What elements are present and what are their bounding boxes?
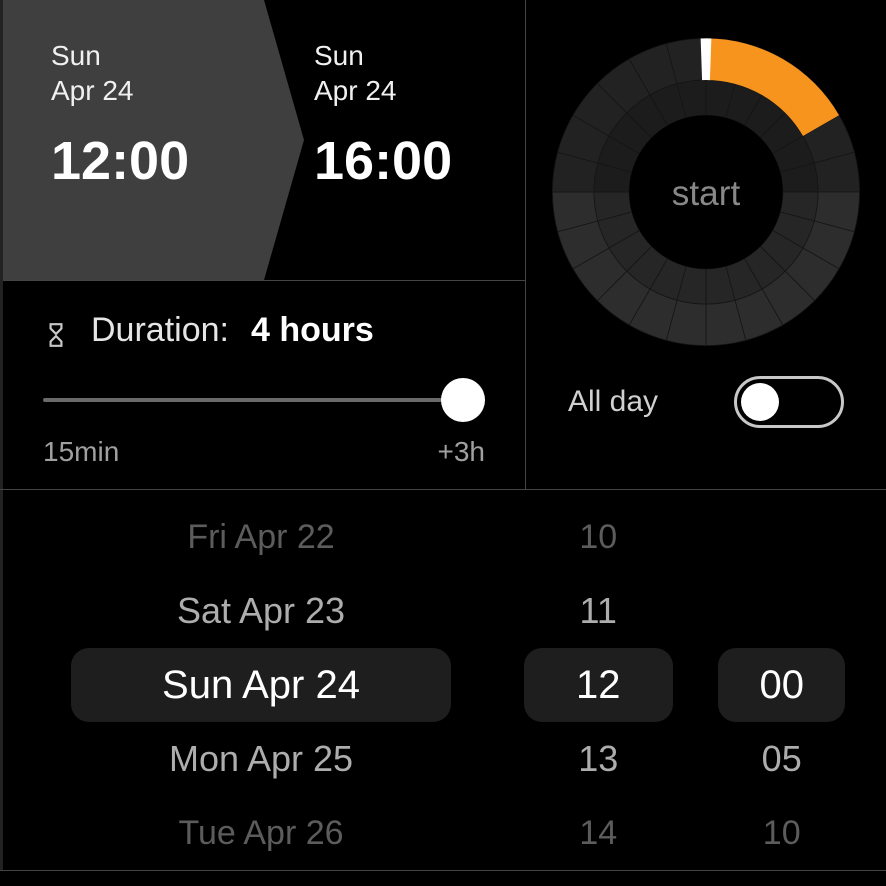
hourglass-icon xyxy=(43,318,69,344)
slider-min-label: 15min xyxy=(43,436,119,468)
picker-item[interactable]: 14 xyxy=(499,796,697,870)
datetime-picker[interactable]: Fri Apr 22Sat Apr 23Sun Apr 24Mon Apr 25… xyxy=(0,490,886,870)
picker-item[interactable]: Sun Apr 24 xyxy=(71,648,452,722)
picker-item[interactable]: 12 xyxy=(524,648,673,722)
picker-item[interactable]: Fri Apr 22 xyxy=(23,500,499,574)
clock-center-label: start xyxy=(672,174,741,213)
start-time: 12:00 xyxy=(51,130,264,192)
picker-item[interactable]: 05 xyxy=(697,722,866,796)
slider-track xyxy=(43,398,485,402)
start-day: SunApr 24 xyxy=(51,38,264,108)
toggle-knob xyxy=(741,383,779,421)
end-time: 16:00 xyxy=(314,130,525,192)
picker-item[interactable]: 00 xyxy=(718,648,844,722)
start-time-block[interactable]: SunApr 24 12:00 xyxy=(3,0,264,280)
picker-col-hour[interactable]: 1011121314 xyxy=(499,500,697,870)
slider-max-label: +3h xyxy=(438,436,486,468)
duration-value: 4 hours xyxy=(251,311,374,350)
allday-label: All day xyxy=(568,385,658,419)
picker-item[interactable]: Mon Apr 25 xyxy=(23,722,499,796)
picker-col-date[interactable]: Fri Apr 22Sat Apr 23Sun Apr 24Mon Apr 25… xyxy=(23,500,499,870)
picker-item[interactable]: 11 xyxy=(499,574,697,648)
slider-thumb[interactable] xyxy=(441,378,485,422)
picker-item[interactable] xyxy=(697,500,866,574)
duration-slider[interactable] xyxy=(43,382,485,418)
picker-item[interactable] xyxy=(697,574,866,648)
picker-item[interactable]: Tue Apr 26 xyxy=(23,796,499,870)
end-day: SunApr 24 xyxy=(314,38,525,108)
duration-label: Duration: xyxy=(91,311,229,350)
picker-item[interactable]: 13 xyxy=(499,722,697,796)
allday-toggle[interactable] xyxy=(734,376,844,428)
picker-item[interactable]: 10 xyxy=(697,796,866,870)
clock-dial[interactable]: start xyxy=(546,32,866,352)
picker-item[interactable]: Sat Apr 23 xyxy=(23,574,499,648)
picker-col-minute[interactable]: 000510 xyxy=(697,500,866,870)
picker-item[interactable]: 10 xyxy=(499,500,697,574)
